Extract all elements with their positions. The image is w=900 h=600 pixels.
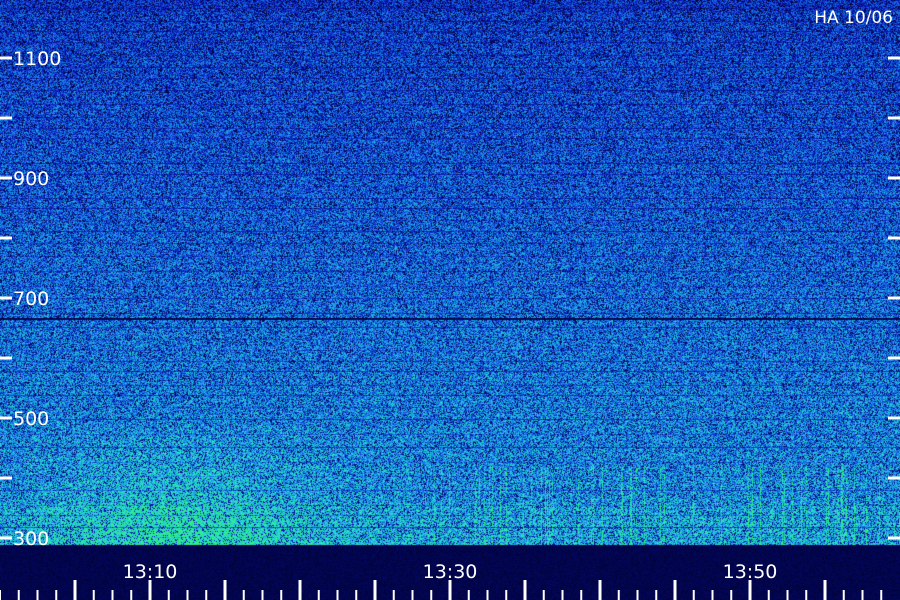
spectrogram: 300 500 700 900 1100 13:10 13:30 13:50 HA 10/0… — [0, 0, 900, 600]
spectrogram-image — [0, 0, 900, 600]
